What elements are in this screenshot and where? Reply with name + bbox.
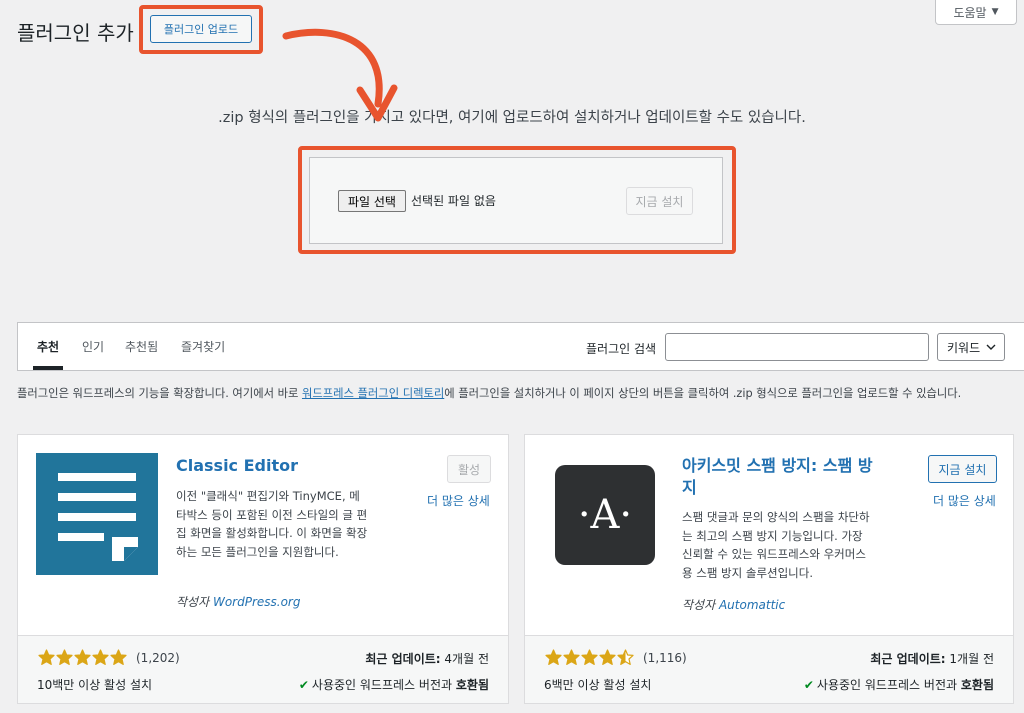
- plugin-name[interactable]: Classic Editor: [176, 455, 298, 477]
- chevron-down-icon: [986, 344, 996, 350]
- plugin-description: 스팸 댓글과 문의 양식의 스팸을 차단하는 최고의 스팸 방지 기능입니다. …: [682, 510, 870, 580]
- star-filled-icon: [581, 649, 598, 665]
- rating-stars: [38, 649, 127, 666]
- rating-count: (1,116): [643, 651, 687, 665]
- tab-recommended[interactable]: 추천됨: [125, 338, 158, 355]
- active-installs: 6백만 이상 활성 설치: [544, 678, 652, 692]
- annotation-highlight-form: [298, 146, 736, 254]
- star-filled-icon: [92, 649, 109, 665]
- author-link[interactable]: WordPress.org: [213, 595, 301, 609]
- star-filled-icon: [38, 649, 55, 665]
- author-link[interactable]: Automattic: [719, 598, 785, 612]
- plugin-name[interactable]: 아키스밋 스팸 방지: 스팸 방지: [682, 455, 877, 499]
- star-filled-icon: [74, 649, 91, 665]
- star-filled-icon: [110, 649, 127, 665]
- upload-description: .zip 형식의 플러그인을 가지고 있다면, 여기에 업로드하여 설치하거나 …: [218, 110, 806, 126]
- compatibility: ✔ 사용중인 워드프레스 버전과 호환됨: [298, 678, 489, 692]
- last-updated: 최근 업데이트: 1개월 전: [870, 652, 994, 666]
- plugin-card-akismet: ·A· 아키스밋 스팸 방지: 스팸 방지 지금 설치 더 많은 상세 스팸 댓…: [524, 434, 1014, 704]
- tab-popular[interactable]: 인기: [82, 338, 104, 355]
- plugin-card-footer: (1,202) 10백만 이상 활성 설치 최근 업데이트: 4개월 전 ✔ 사용…: [18, 635, 508, 703]
- intro-text: 플러그인은 워드프레스의 기능을 확장합니다. 여기에서 바로 워드프레스 플러…: [17, 387, 962, 400]
- tab-favorites[interactable]: 즐겨찾기: [181, 338, 225, 355]
- rating-stars: [545, 649, 634, 666]
- plugin-description: 이전 "클래식" 편집기와 TinyMCE, 메타박스 등이 포함된 이전 스타…: [176, 489, 368, 559]
- star-filled-icon: [56, 649, 73, 665]
- last-updated: 최근 업데이트: 4개월 전: [365, 652, 489, 666]
- plugin-search-input[interactable]: [665, 333, 929, 361]
- more-details-link[interactable]: 더 많은 상세: [933, 492, 996, 509]
- check-icon: ✔: [298, 678, 309, 692]
- caret-down-icon: ▼: [991, 7, 999, 17]
- active-tab-indicator: [33, 366, 63, 370]
- akismet-icon: ·A·: [555, 465, 655, 565]
- star-half-icon: [617, 649, 634, 665]
- tab-featured[interactable]: 추천: [37, 338, 59, 355]
- plugin-directory-link[interactable]: 워드프레스 플러그인 디렉토리: [302, 387, 444, 400]
- install-now-button[interactable]: 지금 설치: [928, 455, 997, 483]
- plugin-author: 작성자 Automattic: [682, 598, 786, 612]
- help-button[interactable]: 도움말 ▼: [935, 0, 1017, 25]
- rating-count: (1,202): [136, 651, 180, 665]
- plugin-author: 작성자 WordPress.org: [176, 595, 301, 609]
- help-label: 도움말: [953, 5, 987, 20]
- compatibility: ✔ 사용중인 워드프레스 버전과 호환됨: [803, 678, 994, 692]
- classic-editor-icon: [36, 453, 158, 575]
- plugin-card-classic-editor: Classic Editor 활성 더 많은 상세 이전 "클래식" 편집기와 …: [17, 434, 509, 704]
- activate-button[interactable]: 활성: [447, 455, 491, 483]
- search-label: 플러그인 검색: [586, 342, 657, 356]
- active-installs: 10백만 이상 활성 설치: [37, 678, 153, 692]
- annotation-arrow-icon: [282, 28, 398, 122]
- search-type-value: 키워드: [947, 340, 981, 355]
- star-filled-icon: [599, 649, 616, 665]
- page-title: 플러그인 추가: [17, 21, 134, 45]
- check-icon: ✔: [803, 678, 814, 692]
- annotation-highlight-upload: [139, 5, 263, 54]
- more-details-link[interactable]: 더 많은 상세: [427, 492, 490, 509]
- plugin-card-footer: (1,116) 6백만 이상 활성 설치 최근 업데이트: 1개월 전 ✔ 사용중…: [525, 635, 1013, 703]
- search-type-select[interactable]: 키워드: [937, 333, 1005, 361]
- star-filled-icon: [545, 649, 562, 665]
- star-filled-icon: [563, 649, 580, 665]
